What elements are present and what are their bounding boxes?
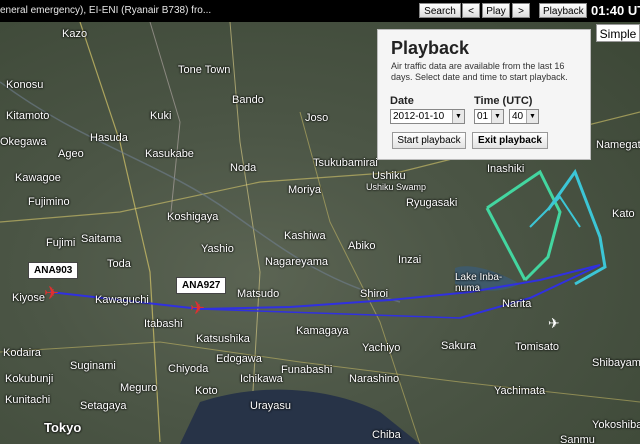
place-shiroi: Shiroi xyxy=(360,288,389,300)
place-bando: Bando xyxy=(232,94,264,106)
place-kodaira: Kodaira xyxy=(3,347,41,359)
flight-label[interactable]: ANA903 xyxy=(28,262,79,279)
place-nagareyama: Nagareyama xyxy=(265,256,328,268)
place-kazo: Kazo xyxy=(62,28,88,40)
place-yachimata: Yachimata xyxy=(494,385,546,397)
place-tsukuba: Tsukubamirai xyxy=(313,157,378,169)
place-toda: Toda xyxy=(107,258,131,270)
place-namegata: Namegata xyxy=(596,139,640,151)
place-konosu: Konosu xyxy=(6,79,44,91)
place-ageo: Ageo xyxy=(58,148,84,160)
place-katsushika: Katsushika xyxy=(196,333,250,345)
airplane-icon[interactable]: ✈ xyxy=(44,284,59,302)
place-saitama: Saitama xyxy=(81,233,122,245)
chevron-down-icon: ▼ xyxy=(452,110,464,123)
search-button[interactable]: Search xyxy=(419,3,461,18)
place-shibayama: Shibayama xyxy=(592,357,640,369)
flight-label[interactable]: ANA927 xyxy=(176,277,227,294)
place-inzai: Inzai xyxy=(398,254,422,266)
place-kiyose: Kiyose xyxy=(12,292,46,304)
minute-select-value: 40 xyxy=(512,111,524,122)
place-noda: Noda xyxy=(230,162,257,174)
place-ichikawa: Ichikawa xyxy=(240,373,283,385)
place-ryugasaki: Ryugasaki xyxy=(406,197,458,209)
chevron-down-icon: ▼ xyxy=(526,110,538,123)
place-kato: Kato xyxy=(612,208,635,220)
place-joso: Joso xyxy=(305,112,329,124)
place-meguro: Meguro xyxy=(120,382,158,394)
place-setagaya: Setagaya xyxy=(80,400,127,412)
place-chiba: Chiba xyxy=(372,429,401,441)
place-koto: Koto xyxy=(195,385,218,397)
time-label: Time (UTC) xyxy=(474,95,533,107)
prev-button[interactable]: < xyxy=(462,3,480,18)
start-playback-button[interactable]: Start playback xyxy=(392,132,466,149)
place-sakura: Sakura xyxy=(441,340,476,352)
place-urayasu: Urayasu xyxy=(250,400,291,412)
place-moriya: Moriya xyxy=(288,184,322,196)
hour-select[interactable]: 01 ▼ xyxy=(474,109,504,124)
playback-panel: Playback Air traffic data are available … xyxy=(377,29,591,160)
minute-select[interactable]: 40 ▼ xyxy=(509,109,539,124)
place-itabashi: Itabashi xyxy=(144,318,183,330)
airport-airplane-icon: ✈ xyxy=(548,315,560,331)
panel-description: Air traffic data are available from the … xyxy=(391,61,568,82)
place-kawaguchi: Kawaguchi xyxy=(95,294,149,306)
place-ushiku: Ushiku xyxy=(372,170,406,182)
place-kasukabe: Kasukabe xyxy=(145,148,194,160)
place-kamagaya: Kamagaya xyxy=(296,325,349,337)
utc-clock: 01:40 UTC xyxy=(591,3,640,18)
hour-select-value: 01 xyxy=(477,111,489,122)
place-edogawa: Edogawa xyxy=(216,353,262,365)
place-suginami: Suginami xyxy=(70,360,116,372)
date-select[interactable]: 2012-01-10 ▼ xyxy=(390,109,465,124)
play-button[interactable]: Play xyxy=(482,3,510,18)
place-hasuda: Hasuda xyxy=(90,132,128,144)
place-lake-inba: Lake Inba-numa xyxy=(455,272,503,294)
place-kokubunji: Kokubunji xyxy=(5,373,54,385)
place-tokyo: Tokyo xyxy=(44,420,82,435)
place-ushiku-swamp: Ushiku Swamp xyxy=(366,182,427,192)
exit-playback-button[interactable]: Exit playback xyxy=(472,132,548,149)
place-yokoshiba: Yokoshiba xyxy=(592,419,640,431)
place-funabashi: Funabashi xyxy=(281,364,333,376)
place-sanmu: Sanmu xyxy=(560,434,595,444)
status-ticker: eneral emergency), EI-ENI (Ryanair B738)… xyxy=(0,5,212,16)
place-tone: Tone Town xyxy=(178,64,231,76)
top-bar: eneral emergency), EI-ENI (Ryanair B738)… xyxy=(0,0,640,22)
place-koshigaya: Koshigaya xyxy=(167,211,219,223)
place-fujimino: Fujimino xyxy=(28,196,70,208)
panel-title: Playback xyxy=(391,38,470,58)
place-kawagoe: Kawagoe xyxy=(15,172,61,184)
playback-button[interactable]: Playback xyxy=(539,3,587,18)
date-select-value: 2012-01-10 xyxy=(393,111,445,122)
place-okegawa: Okegawa xyxy=(0,136,47,148)
place-kashiwa: Kashiwa xyxy=(284,230,326,242)
place-matsudo: Matsudo xyxy=(237,288,280,300)
place-narita: Narita xyxy=(502,298,532,310)
place-inashiki: Inashiki xyxy=(487,163,525,175)
place-fujimi: Fujimi xyxy=(46,237,76,249)
place-kuki: Kuki xyxy=(150,110,172,122)
place-kitamoto: Kitamoto xyxy=(6,110,50,122)
place-narashino: Narashino xyxy=(349,373,400,385)
next-button[interactable]: > xyxy=(512,3,530,18)
place-tomisato: Tomisato xyxy=(515,341,560,353)
simple-view-button[interactable]: Simple xyxy=(596,24,640,42)
date-label: Date xyxy=(390,95,414,107)
place-kunitachi: Kunitachi xyxy=(5,394,51,406)
chevron-down-icon: ▼ xyxy=(491,110,503,123)
place-chiyoda: Chiyoda xyxy=(168,363,209,375)
place-yashio: Yashio xyxy=(201,243,234,255)
airplane-icon[interactable]: ✈ xyxy=(190,299,205,317)
place-abiko: Abiko xyxy=(348,240,376,252)
place-yachiyo: Yachiyo xyxy=(362,342,401,354)
